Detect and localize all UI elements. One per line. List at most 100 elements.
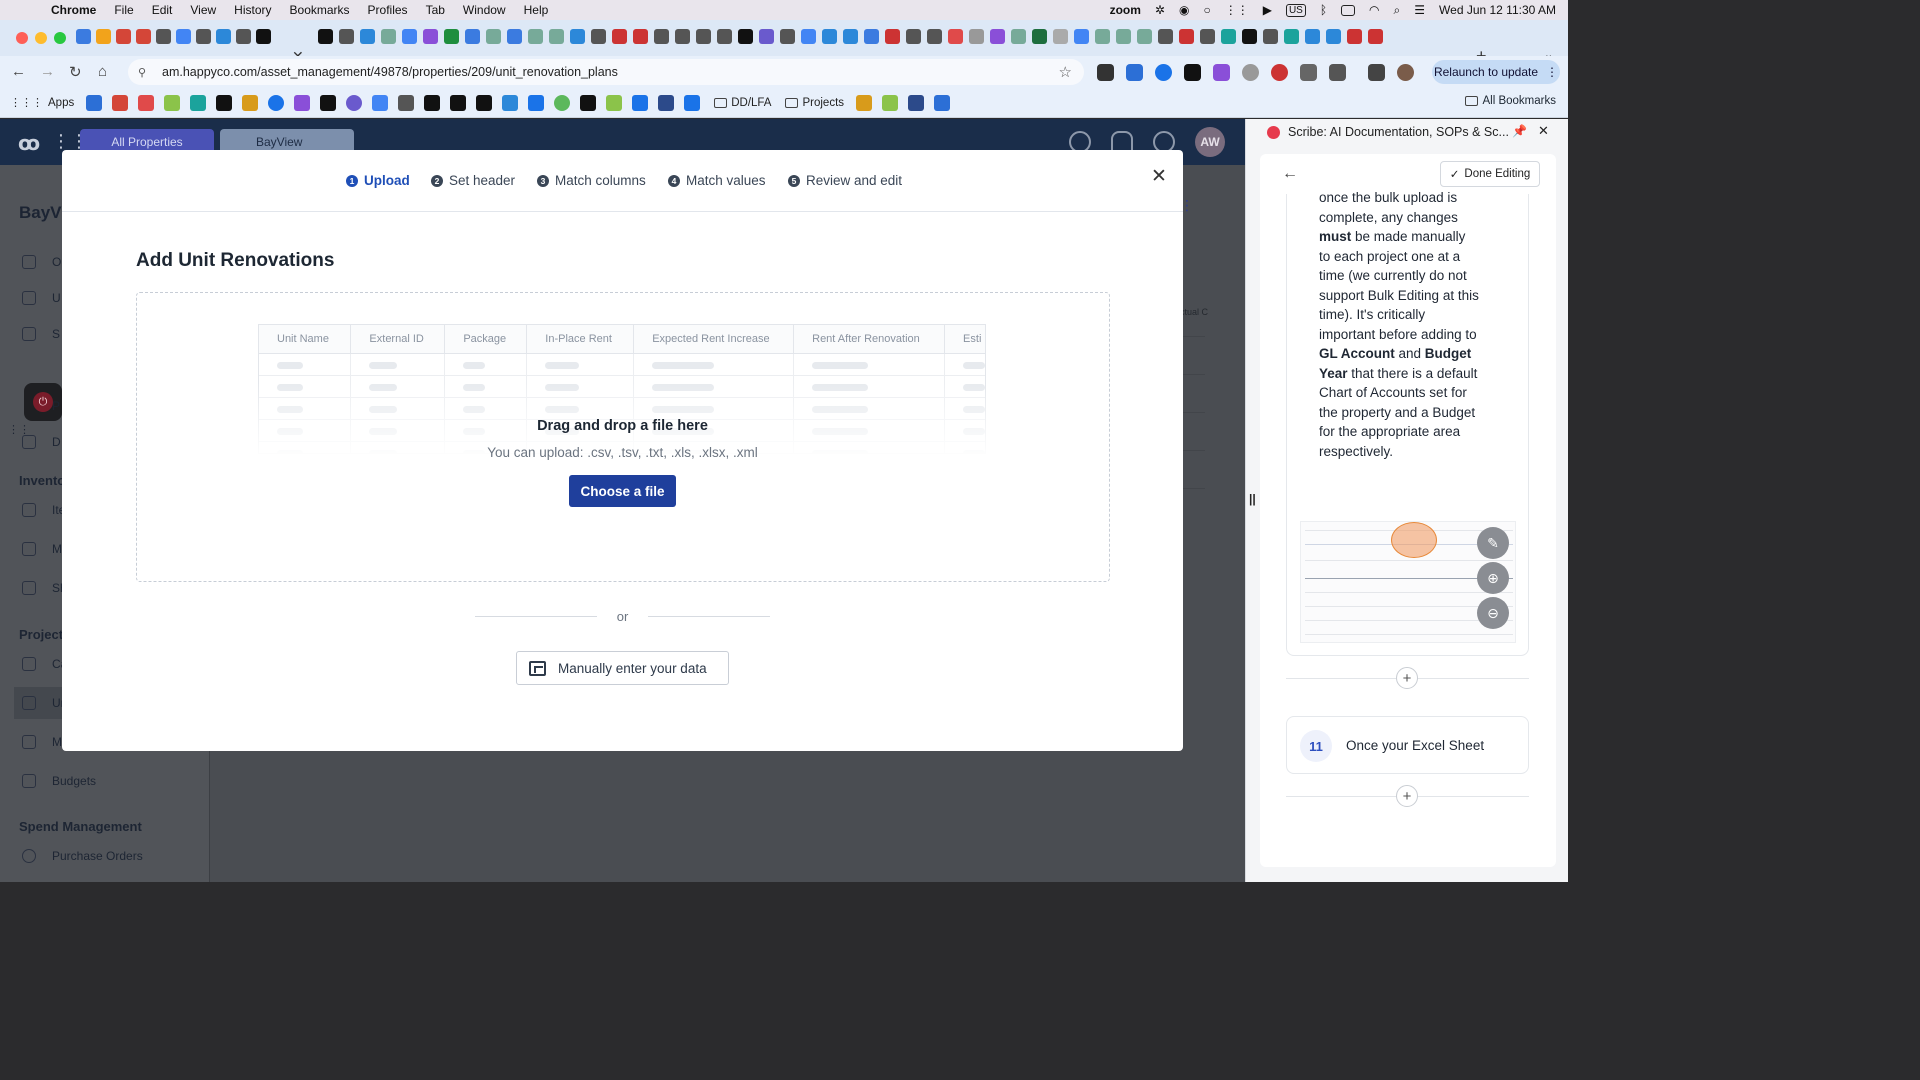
tab-favicon[interactable] <box>76 29 91 44</box>
scribe-step-text[interactable]: once the bulk upload is complete, any ch… <box>1319 188 1479 461</box>
tab-favicon[interactable] <box>176 29 191 44</box>
tab-favicon[interactable] <box>256 29 271 44</box>
grid-status-icon[interactable]: ⋮⋮ <box>1225 3 1249 17</box>
bookmark-favicon[interactable] <box>908 94 925 111</box>
tab-favicon[interactable] <box>654 29 669 44</box>
menu-app-name[interactable]: Chrome <box>42 3 105 17</box>
tab-favicon[interactable] <box>444 29 459 44</box>
input-source-indicator[interactable]: US <box>1285 3 1306 17</box>
battery-icon[interactable] <box>1341 4 1356 16</box>
profile-avatar[interactable] <box>1397 64 1414 81</box>
tab-favicon[interactable] <box>927 29 942 44</box>
happyco-logo-icon[interactable]: ꝏ <box>18 131 40 156</box>
tab-favicon[interactable] <box>591 29 606 44</box>
menu-file[interactable]: File <box>105 3 142 17</box>
tab-favicon[interactable] <box>738 29 753 44</box>
window-zoom-button[interactable] <box>54 32 66 44</box>
tab-favicon[interactable] <box>633 29 648 44</box>
done-editing-button[interactable]: ✓ Done Editing <box>1440 161 1540 187</box>
circle-status-icon[interactable]: ○ <box>1203 3 1210 17</box>
tab-favicon[interactable] <box>612 29 627 44</box>
bookmark-folder-projects[interactable]: Projects <box>785 97 844 109</box>
zoom-out-icon[interactable]: ⊖ <box>1477 597 1509 629</box>
tab-favicon[interactable] <box>969 29 984 44</box>
tab-favicon[interactable] <box>1095 29 1110 44</box>
extension-icon[interactable] <box>1097 64 1114 81</box>
sidebar-item-m[interactable]: M <box>22 542 62 556</box>
scribe-step-screenshot[interactable]: ✎ ⊕ ⊖ <box>1300 521 1516 643</box>
step-upload[interactable]: 1 Upload <box>346 173 410 188</box>
menu-help[interactable]: Help <box>515 3 558 17</box>
control-center-icon[interactable]: ☰ <box>1414 3 1425 17</box>
menu-view[interactable]: View <box>181 3 225 17</box>
bookmark-favicon[interactable] <box>606 94 623 111</box>
tab-favicon[interactable] <box>1137 29 1152 44</box>
sidebar-item-items[interactable]: Ite <box>22 503 65 517</box>
tab-favicon[interactable] <box>1347 29 1362 44</box>
manual-entry-button[interactable]: Manually enter your data <box>516 651 729 685</box>
tab-favicon[interactable] <box>196 29 211 44</box>
sidebar-item-u[interactable]: U <box>22 291 61 305</box>
close-panel-icon[interactable]: ✕ <box>1538 123 1549 139</box>
tab-favicon[interactable] <box>1242 29 1257 44</box>
bookmark-favicon[interactable] <box>528 94 545 111</box>
bookmark-favicon[interactable] <box>86 94 103 111</box>
sidebar-item-ca[interactable]: Ca <box>22 657 67 671</box>
bookmark-favicon[interactable] <box>424 94 441 111</box>
bookmark-star-icon[interactable]: ☆ <box>1059 63 1072 81</box>
menu-window[interactable]: Window <box>454 3 515 17</box>
tab-favicon[interactable] <box>864 29 879 44</box>
bookmark-apps[interactable]: ⋮⋮⋮ Apps <box>10 96 74 110</box>
sidebar-item-purchase-orders[interactable]: Purchase Orders <box>22 849 143 863</box>
extension-icon[interactable] <box>1155 64 1172 81</box>
extension-icon[interactable] <box>1213 64 1230 81</box>
side-panel-icon[interactable] <box>1329 64 1346 81</box>
tab-favicon[interactable] <box>1368 29 1383 44</box>
tab-favicon[interactable] <box>465 29 480 44</box>
sidebar-item-d[interactable]: D <box>22 435 61 449</box>
tab-favicon[interactable] <box>570 29 585 44</box>
tab-favicon[interactable] <box>339 29 354 44</box>
tab-favicon[interactable] <box>360 29 375 44</box>
spotlight-search-icon[interactable]: ⌕ <box>1394 3 1401 18</box>
tab-favicon[interactable] <box>423 29 438 44</box>
bookmark-favicon[interactable] <box>138 94 155 111</box>
bookmark-favicon[interactable] <box>398 94 415 111</box>
bookmark-favicon[interactable] <box>882 94 899 111</box>
bookmark-favicon[interactable] <box>372 94 389 111</box>
extension-icon[interactable] <box>1184 64 1201 81</box>
zoom-in-icon[interactable]: ⊕ <box>1477 562 1509 594</box>
window-close-button[interactable] <box>16 32 28 44</box>
sidebar-item-m2[interactable]: M <box>22 735 62 749</box>
tab-favicon[interactable] <box>381 29 396 44</box>
menu-profiles[interactable]: Profiles <box>359 3 417 17</box>
tab-favicon[interactable] <box>906 29 921 44</box>
bookmark-favicon[interactable] <box>658 94 675 111</box>
scribe-step-card-11[interactable]: 11 Once your Excel Sheet <box>1286 716 1529 774</box>
tab-favicon[interactable] <box>216 29 231 44</box>
tab-favicon[interactable] <box>1179 29 1194 44</box>
tab-favicon[interactable] <box>1158 29 1173 44</box>
reload-icon[interactable]: ↻ <box>69 63 82 81</box>
bookmark-favicon[interactable] <box>580 94 597 111</box>
sidebar-item-overview[interactable]: O <box>22 255 61 269</box>
add-step-button[interactable]: + <box>1396 667 1418 689</box>
tab-favicon[interactable] <box>843 29 858 44</box>
bookmark-favicon[interactable] <box>450 94 467 111</box>
tab-favicon[interactable] <box>885 29 900 44</box>
tab-favicon[interactable] <box>1200 29 1215 44</box>
tab-favicon[interactable] <box>1116 29 1131 44</box>
add-step-button[interactable]: + <box>1396 785 1418 807</box>
site-info-icon[interactable]: ⚲ <box>138 66 152 79</box>
extension-icon[interactable] <box>1242 64 1259 81</box>
bookmark-favicon[interactable] <box>242 94 259 111</box>
relaunch-to-update-button[interactable]: Relaunch to update ⋮ <box>1432 60 1560 84</box>
tab-favicon[interactable] <box>402 29 417 44</box>
extension-icon[interactable] <box>1271 64 1288 81</box>
tab-favicon[interactable] <box>717 29 732 44</box>
all-bookmarks[interactable]: All Bookmarks <box>1464 95 1556 107</box>
bookmark-favicon[interactable] <box>320 94 337 111</box>
bluetooth-icon[interactable]: ᛒ <box>1320 3 1327 17</box>
tab-favicon[interactable] <box>236 29 251 44</box>
back-arrow-icon[interactable]: ← <box>1282 165 1298 183</box>
